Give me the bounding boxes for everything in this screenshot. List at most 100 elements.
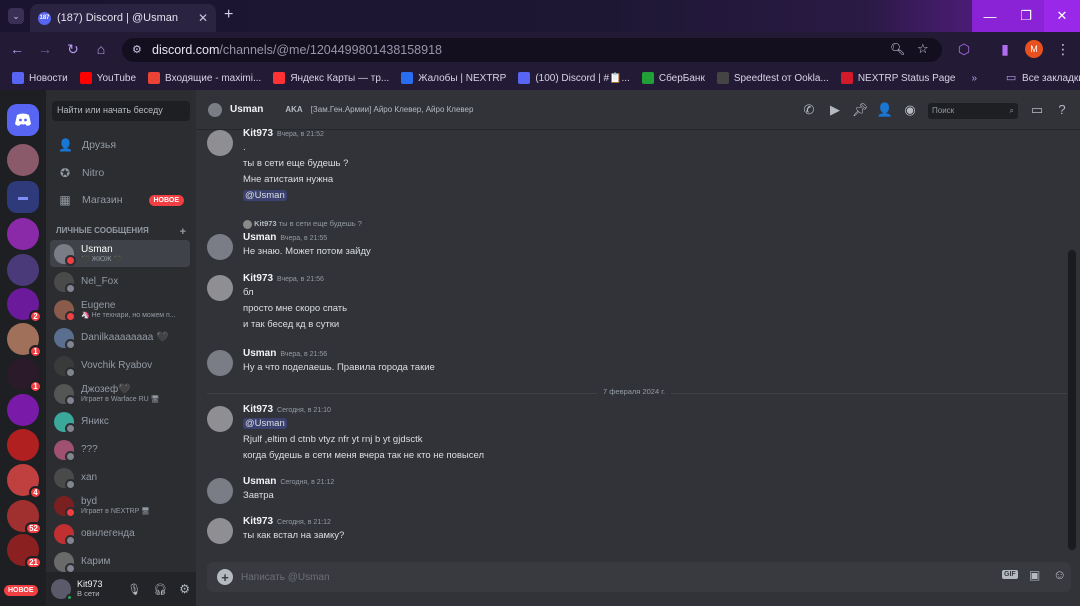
server-icon[interactable] xyxy=(7,218,39,250)
forward-icon[interactable]: → xyxy=(36,41,54,57)
attach-plus-icon[interactable]: + xyxy=(217,569,233,585)
tab-close-icon[interactable]: ✕ xyxy=(198,11,208,25)
message-group[interactable]: Kit973 Сегодня, в 21:10 @Usman Rjulf ,eltim… xyxy=(207,404,907,470)
server-icon[interactable] xyxy=(7,144,39,176)
dm-item[interactable]: овнлегенда xyxy=(50,520,190,547)
dm-search-input[interactable]: Найти или начать беседу xyxy=(52,101,190,121)
video-call-icon[interactable]: ▶ xyxy=(826,102,844,118)
server-icon[interactable] xyxy=(7,254,39,286)
server-icon[interactable] xyxy=(7,429,39,461)
all-bookmarks-folder[interactable]: ▭ Все закладки xyxy=(999,72,1080,84)
server-icon[interactable]: 1 xyxy=(7,358,42,393)
bookmark-item[interactable]: Жалобы | NEXTRP xyxy=(395,72,512,84)
bookmark-item[interactable]: (100) Discord | #📋... xyxy=(512,72,636,84)
bookmark-item[interactable]: Speedtest от Ookla... xyxy=(711,72,835,84)
reply-preview[interactable]: Kit973 ты в сети еще будешь ? xyxy=(243,219,362,229)
message-avatar[interactable] xyxy=(207,234,233,260)
tab-search-button[interactable]: ⌄ xyxy=(8,8,24,24)
address-bar[interactable]: ⚙ discord.com/channels/@me/1204499801438… xyxy=(122,38,942,62)
message-group[interactable]: Kit973 Сегодня, в 21:12 ты как встал на за… xyxy=(207,516,907,550)
help-icon[interactable]: ? xyxy=(1053,102,1071,117)
message-author[interactable]: Usman xyxy=(243,348,276,359)
dm-item[interactable]: byd Играет в NEXTRP 🖥 xyxy=(50,492,190,519)
gif-icon[interactable]: GIF xyxy=(1002,570,1018,579)
message-avatar[interactable] xyxy=(207,350,233,376)
chat-search-input[interactable]: Поиск ⌕ xyxy=(928,103,1018,119)
message-avatar[interactable] xyxy=(207,130,233,156)
new-tab-button[interactable]: + xyxy=(224,6,233,24)
settings-gear-icon[interactable]: ⚙ xyxy=(179,582,190,596)
message-author[interactable]: Kit973 xyxy=(243,128,273,139)
server-icon[interactable]: 4 xyxy=(7,464,42,499)
browser-menu-icon[interactable]: ⋮ xyxy=(1054,41,1072,58)
message-avatar[interactable] xyxy=(207,478,233,504)
message-group[interactable]: Usman Сегодня, в 21:12 Завтра xyxy=(207,476,907,510)
chat-scrollbar[interactable] xyxy=(1068,250,1076,550)
message-group[interactable]: Kit973 Вчера, в 21:52. ты в сети еще будеш… xyxy=(207,128,907,210)
message-author[interactable]: Usman xyxy=(243,476,276,487)
message-group[interactable]: Kit973 Вчера, в 21:56 бл просто мне скоро с… xyxy=(207,273,907,339)
home-icon[interactable]: ⌂ xyxy=(92,41,110,57)
message-composer[interactable]: + Написать @Usman GIF ▣ ☺ xyxy=(207,562,1071,592)
server-icon[interactable]: 21 xyxy=(7,534,42,569)
nav-shop[interactable]: ▦ Магазин НОВОЕ xyxy=(52,187,190,213)
inbox-icon[interactable]: ▭ xyxy=(1028,102,1046,118)
recipient-name[interactable]: Usman xyxy=(230,104,263,115)
bookmarks-more-icon[interactable]: » xyxy=(971,73,977,84)
emoji-icon[interactable]: ☺ xyxy=(1053,567,1066,582)
bookmark-star-icon[interactable]: ☆ xyxy=(917,41,929,57)
message-author[interactable]: Usman xyxy=(243,232,276,243)
user-profile-icon[interactable]: ◉ xyxy=(901,102,919,118)
dm-item[interactable]: Nel_Fox xyxy=(50,268,190,295)
browser-tab-discord[interactable]: 187 (187) Discord | @Usman ✕ xyxy=(30,4,216,32)
bookmark-item[interactable]: NEXTRP Status Page xyxy=(835,72,962,84)
user-info[interactable]: Kit973 В сети xyxy=(77,579,103,599)
home-button[interactable] xyxy=(7,104,39,136)
message-author[interactable]: Kit973 xyxy=(243,404,273,415)
message-avatar[interactable] xyxy=(207,275,233,301)
server-icon[interactable]: 52 xyxy=(7,500,42,535)
dm-item[interactable]: Яникс xyxy=(50,408,190,435)
message-avatar[interactable] xyxy=(207,518,233,544)
message-author[interactable]: Kit973 xyxy=(243,516,273,527)
message-text[interactable]: @Usman xyxy=(243,190,287,201)
nav-friends[interactable]: 👤 Друзья xyxy=(52,132,190,158)
reload-icon[interactable]: ↻ xyxy=(64,41,82,58)
restore-button[interactable]: ❐ xyxy=(1008,0,1044,32)
close-window-button[interactable]: ✕ xyxy=(1044,0,1080,32)
profile-avatar[interactable]: M xyxy=(1025,40,1043,58)
message-text[interactable]: @Usman xyxy=(243,418,287,429)
dm-item[interactable]: xan xyxy=(50,464,190,491)
pinned-messages-icon[interactable]: 📌︎ xyxy=(851,102,869,118)
server-icon[interactable]: 1 xyxy=(7,323,42,358)
microphone-icon[interactable]: 🎙︎ xyxy=(127,583,141,596)
nav-nitro[interactable]: ✪ Nitro xyxy=(52,160,190,186)
dm-item[interactable]: Usman 🖤 ЖЮЖ 🖤 xyxy=(50,240,190,267)
sticker-icon[interactable]: ▣ xyxy=(1029,568,1040,582)
message-group[interactable]: Usman Вчера, в 21:55 Не знаю. Может потом … xyxy=(207,232,907,266)
extensions-icon[interactable]: ⬡ xyxy=(955,41,973,58)
new-badge[interactable]: НОВОЕ xyxy=(4,585,38,596)
voice-call-icon[interactable]: ✆ xyxy=(800,102,818,118)
dm-item[interactable]: Vovchik Ryabov xyxy=(50,352,190,379)
dm-item[interactable]: ??? xyxy=(50,436,190,463)
create-dm-button[interactable]: + xyxy=(180,226,186,238)
message-author[interactable]: Kit973 xyxy=(243,273,273,284)
zoom-icon[interactable]: 🔍︎ xyxy=(890,42,905,56)
server-icon[interactable] xyxy=(7,394,39,426)
bookmark-item[interactable]: СберБанк xyxy=(636,72,711,84)
dm-item[interactable]: Danilkaaaaaaaa 🖤 xyxy=(50,324,190,351)
server-folder[interactable]: ▬ xyxy=(7,181,39,213)
headphones-icon[interactable]: 🎧︎ xyxy=(153,583,167,596)
dm-item[interactable]: Джозеф🖤 Играет в Warface RU 🖥 xyxy=(50,380,190,407)
dm-item[interactable]: Eugene 🦄 Не технари, но можем п... xyxy=(50,296,190,323)
side-panel-icon[interactable]: ▮ xyxy=(996,41,1014,58)
minimize-button[interactable]: — xyxy=(972,0,1008,32)
bookmark-item[interactable]: Новости xyxy=(6,72,74,84)
back-icon[interactable]: ← xyxy=(8,41,26,57)
bookmark-item[interactable]: Входящие - maximi... xyxy=(142,72,267,84)
dm-item[interactable]: Карим xyxy=(50,548,190,575)
bookmark-item[interactable]: Яндекс Карты — тр... xyxy=(267,72,395,84)
message-avatar[interactable] xyxy=(207,406,233,432)
bookmark-item[interactable]: YouTube xyxy=(74,72,142,84)
